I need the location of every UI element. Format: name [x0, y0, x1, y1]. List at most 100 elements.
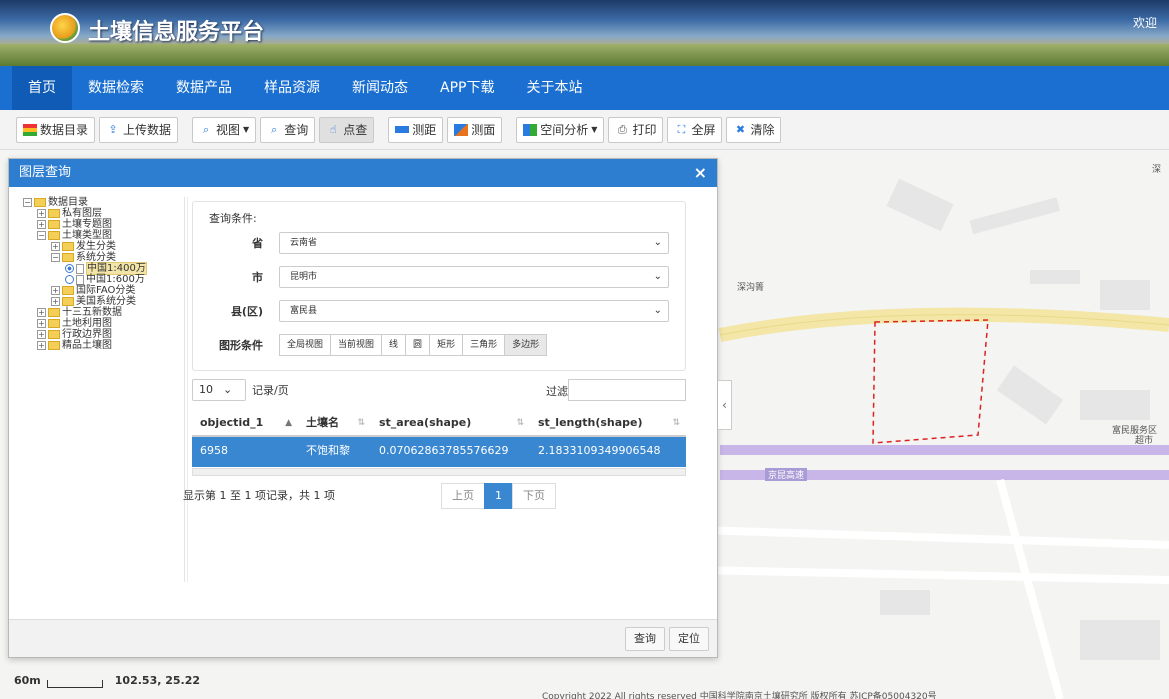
- measure-area-button[interactable]: 测面: [447, 116, 503, 143]
- folder-icon: [62, 286, 74, 295]
- query-icon: ⌕: [271, 122, 278, 136]
- shape-global-view-button[interactable]: 全局视图: [279, 334, 332, 356]
- shape-polygon-button[interactable]: 多边形: [504, 334, 548, 356]
- nav-about[interactable]: 关于本站: [510, 66, 598, 110]
- per-page-label: 记录/页: [252, 384, 289, 397]
- collapse-icon[interactable]: −: [23, 198, 32, 207]
- query-submit-button[interactable]: 查询: [625, 627, 665, 651]
- table-row[interactable]: 6958 不饱和黎 0.07062863785576629 2.18331093…: [192, 437, 686, 467]
- county-label: 县(区): [230, 305, 263, 318]
- expand-icon[interactable]: +: [37, 341, 46, 350]
- tree-node[interactable]: + 发生分类: [23, 241, 187, 252]
- print-button[interactable]: ⎙ 打印: [608, 116, 664, 143]
- column-header[interactable]: st_length(shape) ⇅: [530, 409, 686, 435]
- nav-news[interactable]: 新闻动态: [336, 66, 424, 110]
- tree-node[interactable]: + 土壤专题图: [23, 219, 187, 230]
- column-header[interactable]: objectid_1 ▲: [192, 409, 298, 435]
- page-size-select[interactable]: 10 ⌄: [192, 379, 246, 401]
- clear-button[interactable]: ✖ 清除: [726, 116, 782, 143]
- view-dropdown[interactable]: ⌕ 视图 ▼: [192, 116, 257, 143]
- welcome-text[interactable]: 欢迎: [1133, 14, 1157, 31]
- tree-node[interactable]: + 精品土壤图: [23, 340, 187, 351]
- folder-icon: [48, 231, 60, 240]
- expand-icon[interactable]: +: [37, 319, 46, 328]
- chevron-down-icon: ⌄: [223, 383, 233, 396]
- nav-home[interactable]: 首页: [12, 66, 72, 110]
- query-conditions-panel: 查询条件: 省 云南省 ⌄ 市 昆明市 ⌄ 县(区) 富民县 ⌄ 图形条件 全局视图 …: [192, 201, 686, 371]
- point-query-button[interactable]: ☝ 点查: [319, 116, 375, 143]
- expand-icon[interactable]: +: [51, 286, 60, 295]
- upload-button[interactable]: ⇪ 上传数据: [99, 116, 179, 143]
- nav-sample-resources[interactable]: 样品资源: [248, 66, 336, 110]
- tree-node[interactable]: + 十三五新数据: [23, 307, 187, 318]
- measure-distance-button[interactable]: 测距: [388, 116, 444, 143]
- query-button[interactable]: ⌕ 查询: [260, 116, 316, 143]
- radio-unselected[interactable]: [65, 275, 74, 284]
- collapse-icon[interactable]: −: [37, 231, 46, 240]
- layer-tree: − 数据目录 + 私有图层 + 土壤专题图 − 土壤类型图 + 发生分类 − 系统分类 中国…: [23, 197, 188, 582]
- tree-node[interactable]: + 行政边界图: [23, 329, 187, 340]
- column-header[interactable]: st_area(shape) ⇅: [371, 409, 530, 435]
- document-icon: [76, 263, 84, 274]
- caret-down-icon: ▼: [591, 125, 598, 134]
- radio-selected[interactable]: [65, 264, 74, 273]
- dialog-header: 图层查询 ×: [9, 159, 717, 187]
- tree-node[interactable]: + 国际FAO分类: [23, 285, 187, 296]
- folder-icon: [62, 297, 74, 306]
- nav-data-search[interactable]: 数据检索: [72, 66, 160, 110]
- filter-input[interactable]: [568, 379, 686, 401]
- folder-icon: [48, 220, 60, 229]
- expand-icon[interactable]: +: [51, 242, 60, 251]
- fullscreen-icon: ⛶: [677, 122, 686, 136]
- province-select[interactable]: 云南省 ⌄: [279, 232, 669, 254]
- next-page-button[interactable]: 下页: [512, 483, 556, 509]
- fullscreen-button[interactable]: ⛶ 全屏: [667, 116, 723, 143]
- close-icon[interactable]: ×: [694, 159, 707, 187]
- collapse-icon[interactable]: −: [51, 253, 60, 262]
- conditions-label: 查询条件:: [209, 212, 257, 225]
- tree-node[interactable]: − 数据目录: [23, 197, 187, 208]
- tree-node[interactable]: + 土地利用图: [23, 318, 187, 329]
- spatial-analysis-dropdown[interactable]: 空间分析 ▼: [516, 116, 605, 143]
- tree-scrollbar[interactable]: [184, 197, 192, 582]
- table-horizontal-scrollbar[interactable]: [192, 468, 686, 476]
- shape-rectangle-button[interactable]: 矩形: [429, 334, 464, 356]
- page-button[interactable]: 1: [484, 483, 513, 509]
- scale-bar-graphic: [46, 680, 103, 688]
- shape-line-button[interactable]: 线: [381, 334, 407, 356]
- sort-icon: ⇅: [357, 418, 365, 428]
- locate-button[interactable]: 定位: [669, 627, 709, 651]
- sort-icon: ⇅: [516, 418, 524, 428]
- tree-node-layer-6m[interactable]: 中国1:600万: [23, 274, 187, 285]
- expand-icon[interactable]: +: [37, 308, 46, 317]
- folder-icon: [62, 253, 74, 262]
- nav-app-download[interactable]: APP下载: [424, 66, 510, 110]
- city-label: 市: [252, 271, 263, 284]
- tree-node[interactable]: + 美国系统分类: [23, 296, 187, 307]
- shape-triangle-button[interactable]: 三角形: [462, 334, 506, 356]
- expand-icon[interactable]: +: [51, 297, 60, 306]
- expand-icon[interactable]: +: [37, 220, 46, 229]
- chevron-left-icon[interactable]: ‹: [718, 380, 732, 430]
- catalog-button[interactable]: 数据目录: [16, 116, 96, 143]
- expand-icon[interactable]: +: [37, 330, 46, 339]
- city-select[interactable]: 昆明市 ⌄: [279, 266, 669, 288]
- column-header[interactable]: 土壤名 ⇅: [298, 409, 371, 435]
- shape-circle-button[interactable]: 圆: [405, 334, 431, 356]
- tree-node[interactable]: + 私有图层: [23, 208, 187, 219]
- prev-page-button[interactable]: 上页: [441, 483, 485, 509]
- site-logo-icon: [50, 13, 80, 43]
- shape-current-view-button[interactable]: 当前视图: [330, 334, 383, 356]
- tree-node[interactable]: − 土壤类型图: [23, 230, 187, 241]
- stack-icon: [23, 123, 37, 136]
- dialog-title: 图层查询: [19, 165, 72, 180]
- site-title: 土壤信息服务平台: [88, 20, 265, 45]
- folder-icon: [48, 341, 60, 350]
- expand-icon[interactable]: +: [37, 209, 46, 218]
- nav-data-products[interactable]: 数据产品: [160, 66, 248, 110]
- county-select[interactable]: 富民县 ⌄: [279, 300, 669, 322]
- ruler-icon: [395, 126, 410, 133]
- tree-node-layer-4m[interactable]: 中国1:400万: [23, 262, 187, 275]
- printer-icon: ⎙: [618, 122, 627, 136]
- main-nav: 首页 数据检索 数据产品 样品资源 新闻动态 APP下载 关于本站: [0, 66, 1169, 110]
